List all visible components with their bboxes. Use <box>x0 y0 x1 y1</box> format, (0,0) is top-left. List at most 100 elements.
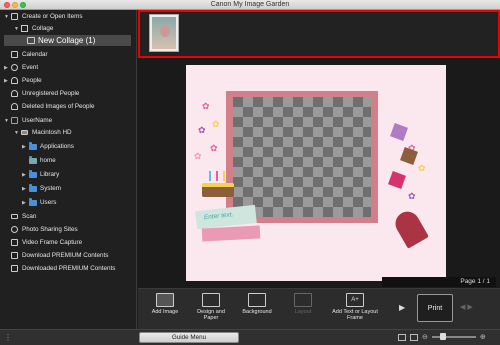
page-thumbnail[interactable] <box>149 14 179 52</box>
zoom-controls: ⊖ ⊕ <box>398 333 486 341</box>
video-icon <box>10 239 19 247</box>
image-frame <box>226 91 378 223</box>
sidebar-item-label: Macintosh HD <box>32 129 72 136</box>
sidebar-item-label: Applications <box>40 143 74 150</box>
flower-decoration: ✿ <box>198 125 206 135</box>
sidebar-item-download-premium[interactable]: Download PREMIUM Contents <box>10 250 108 261</box>
sidebar-item-label: Downloaded PREMIUM Contents <box>22 265 116 272</box>
drive-icon <box>20 129 29 137</box>
deleted-person-icon <box>10 103 19 111</box>
add-image-button[interactable]: Add Image <box>145 293 185 315</box>
view-mode-icon[interactable] <box>398 333 406 341</box>
add-image-icon <box>156 293 174 307</box>
title-bar: Canon My Image Garden <box>0 0 500 10</box>
flower-decoration: ✿ <box>408 191 416 201</box>
folder-icon <box>28 170 37 179</box>
zoom-in-icon[interactable]: ⊕ <box>480 333 486 341</box>
sidebar-item-system[interactable]: ▶ System <box>22 183 61 194</box>
sidebar-item-label: Collage <box>32 25 54 32</box>
background-button[interactable]: Background <box>237 293 277 315</box>
edit-toolbar: Add Image Design and Paper Background La… <box>138 288 500 329</box>
sidebar-item-video-frame-capture[interactable]: Video Frame Capture <box>10 237 82 248</box>
sidebar-item-people[interactable]: ▶ People <box>4 75 42 86</box>
flower-decoration: ✿ <box>194 151 202 161</box>
computer-icon <box>10 117 19 125</box>
sidebar-item-label: Create or Open Items <box>22 13 83 20</box>
flower-decoration: ✿ <box>418 163 426 173</box>
sidebar-item-label: UserName <box>22 117 53 124</box>
sidebar-item-label: Unregistered People <box>22 90 80 97</box>
sidebar-item-deleted-images[interactable]: Deleted Images of People <box>10 101 94 112</box>
sidebar-item-label: Deleted Images of People <box>22 103 95 110</box>
window-title: Canon My Image Garden <box>210 1 290 8</box>
add-text-icon: A+ <box>346 293 364 307</box>
people-icon <box>10 77 19 85</box>
collage-page[interactable]: ✿ ✿ ✿ ✿ ✿ ✿ ✿ ✿ Enter text. <box>186 65 446 281</box>
chevron-right-icon[interactable]: ▶ <box>399 303 405 312</box>
zoom-knob[interactable] <box>439 333 446 340</box>
collage-icon <box>20 25 29 33</box>
download-icon <box>10 252 19 260</box>
sidebar-item-label: home <box>40 157 56 164</box>
gift-box-decoration <box>388 171 406 189</box>
print-button[interactable]: Print <box>417 294 453 322</box>
sidebar-item-create-or-open[interactable]: ▼ Create or Open Items <box>4 11 83 22</box>
fit-page-icon[interactable] <box>410 333 418 341</box>
sidebar-item-label: Users <box>40 199 57 206</box>
sidebar-item-home[interactable]: home <box>28 155 56 166</box>
guide-menu-button[interactable]: Guide Menu <box>139 332 239 343</box>
globe-icon <box>10 226 19 234</box>
tape-decoration <box>201 225 261 242</box>
flower-decoration: ✿ <box>210 143 218 153</box>
sidebar-item-username[interactable]: ▼ UserName <box>4 115 52 126</box>
page-thumbnail-strip <box>138 10 500 58</box>
layout-button[interactable]: Layout <box>283 293 323 315</box>
event-icon <box>10 64 19 72</box>
sidebar-item-applications[interactable]: ▶ Applications <box>22 141 74 152</box>
sidebar-item-calendar[interactable]: Calendar <box>10 49 48 60</box>
folder-icon <box>28 142 37 151</box>
sidebar-item-label: Video Frame Capture <box>22 239 83 246</box>
design-paper-icon <box>202 293 220 307</box>
design-and-paper-button[interactable]: Design and Paper <box>191 293 231 321</box>
text-placeholder: Enter text. <box>203 211 234 222</box>
sidebar-item-macintosh-hd[interactable]: ▼ Macintosh HD <box>14 127 72 138</box>
zoom-out-icon[interactable]: ⊖ <box>422 333 428 341</box>
sidebar-item-new-collage[interactable]: New Collage (1) <box>4 35 131 46</box>
folder-icon <box>28 198 37 207</box>
add-text-button[interactable]: A+ Add Text or Layout Frame <box>329 293 381 321</box>
gift-box-decoration <box>390 123 408 141</box>
sidebar-item-collage[interactable]: ▼ Collage <box>14 23 53 34</box>
calendar-icon <box>10 51 19 59</box>
page-indicator: Page 1 / 1 <box>382 277 496 287</box>
sidebar-item-event[interactable]: ▶ Event <box>4 62 38 73</box>
sidebar-item-label: Calendar <box>22 51 48 58</box>
zoom-slider[interactable] <box>431 333 476 340</box>
sidebar-item-unregistered-people[interactable]: Unregistered People <box>10 88 79 99</box>
bouquet-decoration <box>391 207 429 249</box>
create-icon <box>10 13 19 21</box>
sidebar-item-label: Photo Sharing Sites <box>22 226 78 233</box>
collage-doc-icon <box>26 37 35 45</box>
person-icon <box>10 90 19 98</box>
thumbnail-photo <box>152 17 176 49</box>
sidebar-item-photo-sharing[interactable]: Photo Sharing Sites <box>10 224 78 235</box>
scan-icon <box>10 213 19 221</box>
folder-icon <box>28 156 37 165</box>
sidebar-item-label: Download PREMIUM Contents <box>22 252 109 259</box>
sidebar-item-library[interactable]: ▶ Library <box>22 169 59 180</box>
sidebar-item-users[interactable]: ▶ Users <box>22 197 56 208</box>
sidebar-item-label: Event <box>22 64 39 71</box>
sidebar-item-downloaded-premium[interactable]: Downloaded PREMIUM Contents <box>10 263 115 274</box>
sidebar-item-scan[interactable]: Scan <box>10 211 36 222</box>
downloaded-icon <box>10 265 19 273</box>
sidebar: ▼ Create or Open Items ▼ Collage New Col… <box>0 10 137 329</box>
cake-decoration <box>202 169 234 199</box>
page-navigation-arrows-icon[interactable]: ◀ ▶ <box>460 303 473 311</box>
sidebar-item-label: Library <box>40 171 60 178</box>
folder-icon <box>28 184 37 193</box>
drag-handle-icon[interactable]: ⋮ <box>4 333 12 342</box>
edit-canvas-area: ✿ ✿ ✿ ✿ ✿ ✿ ✿ ✿ Enter text. Page 1 / 1 <box>138 58 500 288</box>
flower-decoration: ✿ <box>212 119 220 129</box>
image-placeholder[interactable] <box>233 97 371 217</box>
